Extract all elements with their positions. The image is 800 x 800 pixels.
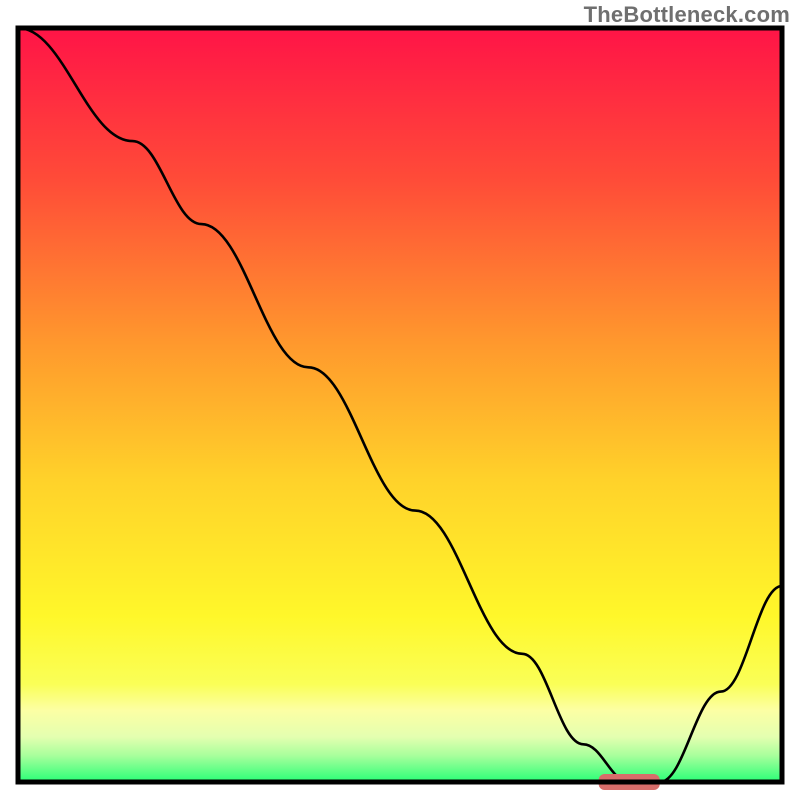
chart-container: TheBottleneck.com	[0, 0, 800, 800]
bottleneck-chart	[0, 0, 800, 800]
watermark-text: TheBottleneck.com	[584, 2, 790, 28]
